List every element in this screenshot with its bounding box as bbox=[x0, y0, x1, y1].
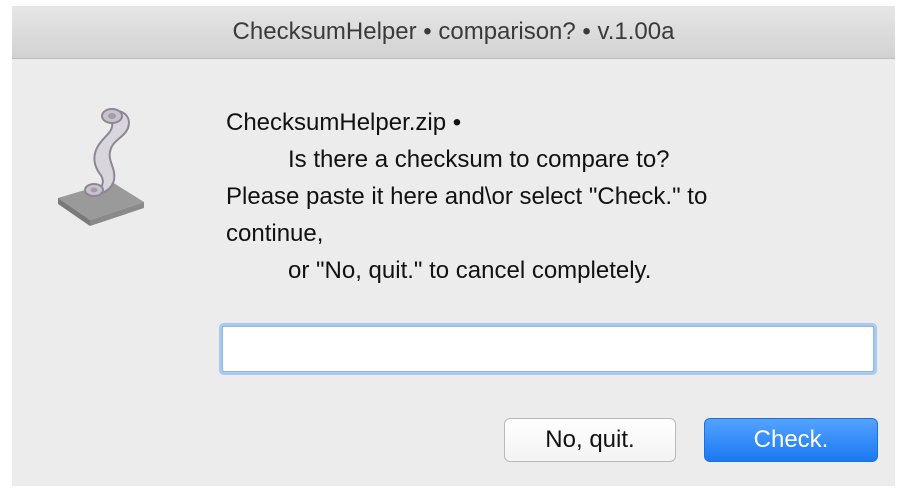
message-line-cancel: or "No, quit." to cancel completely. bbox=[288, 257, 652, 284]
message-line-question: Is there a checksum to compare to? bbox=[288, 146, 670, 173]
title-bar[interactable]: ChecksumHelper • comparison? • v.1.00a bbox=[12, 6, 895, 59]
dialog-window: ChecksumHelper • comparison? • v.1.00a C… bbox=[12, 6, 895, 486]
check-button[interactable]: Check. bbox=[704, 418, 878, 462]
dialog-message: ChecksumHelper.zip • Is there a checksum… bbox=[226, 104, 866, 289]
window-title: ChecksumHelper • comparison? • v.1.00a bbox=[232, 18, 675, 45]
message-line-continue: continue, bbox=[226, 220, 324, 247]
script-scroll-icon bbox=[58, 108, 144, 226]
checksum-input[interactable] bbox=[222, 326, 874, 372]
message-line-instruction: Please paste it here and\or select "Chec… bbox=[226, 183, 708, 210]
no-quit-button[interactable]: No, quit. bbox=[504, 418, 676, 462]
message-line-filename: ChecksumHelper.zip • bbox=[226, 109, 462, 136]
